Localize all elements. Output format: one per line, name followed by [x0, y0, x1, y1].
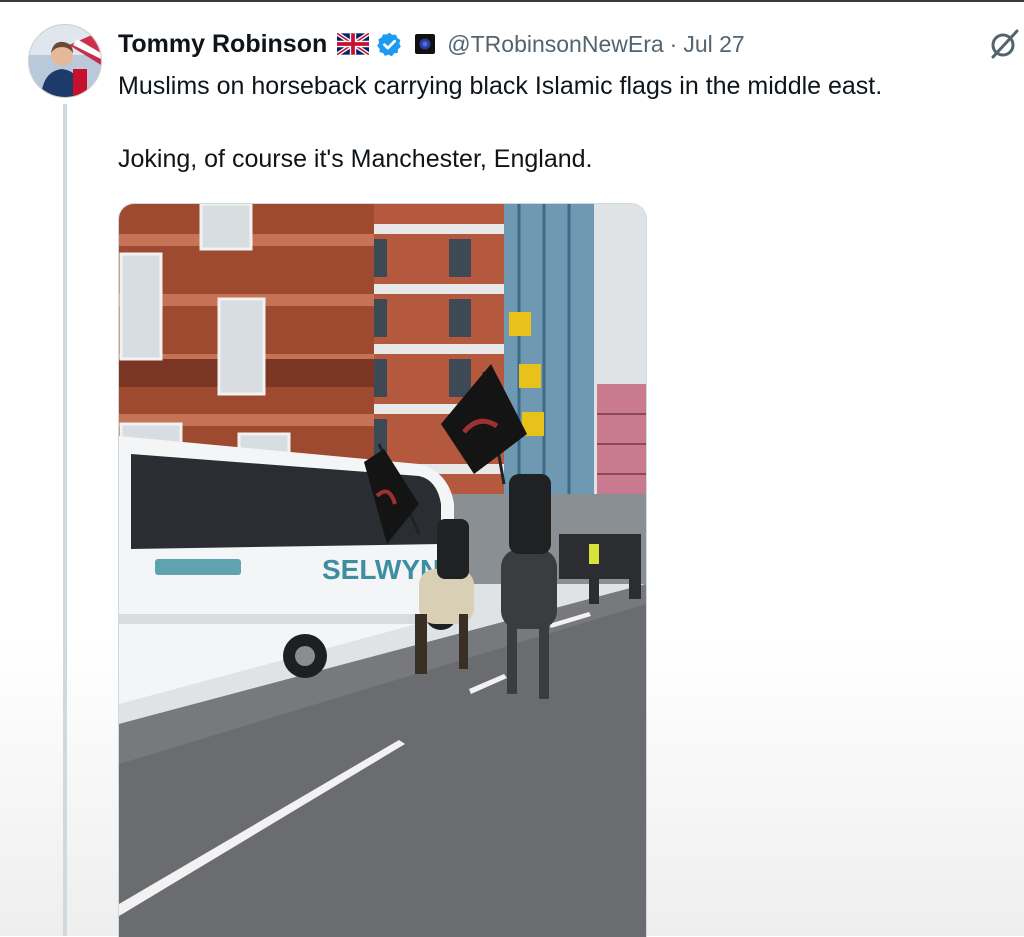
affiliation-badge-icon[interactable]	[414, 33, 436, 55]
thread-line	[63, 104, 67, 936]
verified-badge-icon[interactable]	[376, 31, 403, 58]
tweet-text-line-2: Joking, of course it's Manchester, Engla…	[118, 145, 593, 173]
author-name[interactable]: Tommy Robinson	[118, 30, 327, 59]
avatar-photo	[29, 25, 101, 97]
tweet-media-photo[interactable]: SELWYNS	[118, 203, 647, 937]
tweet-header: Tommy Robinson @TRobinsonNewEra · Jul 27	[118, 26, 745, 62]
street-scene-image: SELWYNS	[119, 204, 646, 937]
top-border	[0, 0, 1024, 2]
tweet-text-line-1: Muslims on horseback carrying black Isla…	[118, 72, 883, 100]
tweet-date[interactable]: Jul 27	[683, 31, 744, 58]
union-jack-flag-icon	[337, 33, 370, 55]
separator-dot: ·	[669, 30, 678, 57]
author-handle[interactable]: @TRobinsonNewEra	[447, 31, 663, 58]
avatar[interactable]	[28, 24, 102, 98]
grok-icon[interactable]	[988, 28, 1020, 60]
